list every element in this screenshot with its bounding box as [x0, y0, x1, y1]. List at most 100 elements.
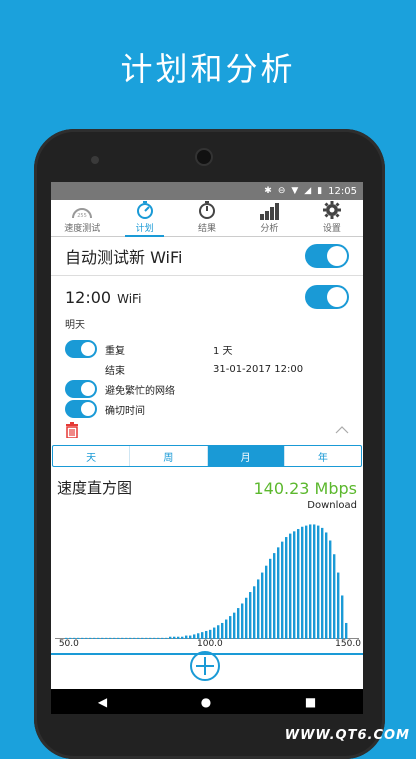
histogram-bar	[333, 554, 336, 639]
schedule-enable-toggle[interactable]	[305, 285, 349, 309]
avoid-busy-row: 避免繁忙的网络	[65, 379, 349, 399]
end-value[interactable]: 31-01-2017 12:00	[213, 364, 303, 375]
repeat-toggle[interactable]	[65, 340, 97, 358]
histogram-bar	[321, 527, 324, 639]
tab-label: 计划	[135, 224, 154, 234]
histogram-bar	[245, 597, 248, 639]
histogram-bar	[201, 632, 204, 639]
histogram-bar	[301, 526, 304, 639]
recents-icon[interactable]: ■	[305, 695, 316, 709]
tab-schedule[interactable]: 计划	[113, 200, 175, 237]
toggle-knob	[81, 382, 95, 396]
repeat-row: 重复 1 天	[65, 339, 349, 359]
svg-text:255: 255	[77, 213, 87, 219]
schedule-header: 12:00 WiFi	[65, 280, 349, 314]
sensor-dot	[91, 156, 99, 164]
stopwatch-icon	[136, 201, 153, 219]
tab-label: 分析	[260, 224, 279, 234]
histogram-svg	[55, 524, 359, 639]
histogram-bar	[277, 547, 280, 639]
add-schedule-button[interactable]	[190, 651, 220, 681]
histogram-bar	[213, 627, 216, 639]
tab-speedtest[interactable]: 255 速度测试	[51, 200, 113, 236]
toggle-knob	[327, 287, 347, 307]
histogram-bar	[309, 524, 312, 639]
tab-bar: 255 速度测试 计划 结果 分析 设置	[51, 200, 363, 237]
watermark: WWW.QT6.COM	[284, 728, 410, 743]
bluetooth-icon: ✱	[264, 186, 272, 196]
app-screen: ✱ ⊖ ▼ ◢ ▮ 12:05 255 速度测试 计划 结果 分析 设置 自动测…	[51, 182, 363, 714]
avoid-busy-toggle[interactable]	[65, 380, 97, 398]
histogram-header: 速度直方图 140.23 Mbps	[51, 477, 363, 498]
histogram-bar	[225, 619, 228, 639]
histogram-bar	[273, 553, 276, 639]
histogram-bar	[217, 625, 220, 639]
dnd-icon: ⊖	[277, 186, 286, 196]
histogram-bar	[229, 616, 232, 639]
histogram-bar	[313, 524, 316, 639]
histogram-bar	[305, 525, 308, 639]
histogram-bar	[237, 608, 240, 639]
histogram-bar	[269, 558, 272, 639]
period-option-2[interactable]: 月	[207, 446, 285, 466]
toggle-knob	[81, 402, 95, 416]
histogram-bar	[209, 629, 212, 639]
exact-time-toggle[interactable]	[65, 400, 97, 418]
period-option-0[interactable]: 天	[53, 446, 131, 466]
histogram-direction: Download	[307, 500, 357, 511]
histogram-bar	[265, 565, 268, 639]
chevron-up-icon[interactable]	[335, 426, 349, 434]
tab-results[interactable]: 结果	[176, 200, 238, 236]
exact-time-label: 确切时间	[105, 405, 145, 417]
end-row: 结束 31-01-2017 12:00	[65, 359, 349, 379]
schedule-time-group[interactable]: 12:00 WiFi	[65, 288, 141, 307]
period-option-1[interactable]: 周	[130, 446, 208, 466]
trash-icon[interactable]	[65, 422, 79, 438]
android-nav-bar: ◀ ● ■	[51, 689, 363, 714]
repeat-value[interactable]: 1 天	[213, 342, 233, 357]
promo-title: 计划和分析	[120, 50, 296, 88]
histogram-bar	[261, 572, 264, 639]
histogram-bar	[317, 525, 320, 639]
auto-test-toggle[interactable]	[305, 244, 349, 268]
schedule-day: 明天	[65, 320, 85, 331]
histogram-bar	[297, 529, 300, 639]
tab-analysis[interactable]: 分析	[238, 200, 300, 236]
gear-icon	[322, 201, 341, 219]
period-option-3[interactable]: 年	[285, 446, 361, 466]
home-icon[interactable]: ●	[201, 695, 211, 709]
histogram-speed: 140.23 Mbps	[253, 479, 357, 498]
histogram-bar	[325, 532, 328, 639]
x-tick-label: 150.0	[335, 639, 361, 649]
status-bar: ✱ ⊖ ▼ ◢ ▮ 12:05	[51, 182, 363, 200]
battery-icon: ▮	[317, 186, 323, 196]
histogram-bar	[293, 531, 296, 639]
tab-settings[interactable]: 设置	[301, 200, 363, 236]
histogram-bar	[341, 595, 344, 639]
histogram-bar	[257, 579, 260, 639]
plus-icon	[196, 657, 214, 675]
auto-test-row: 自动测试新 WiFi	[51, 237, 363, 276]
histogram-bar	[289, 533, 292, 639]
schedule-time: 12:00	[65, 287, 112, 307]
histogram-bar	[337, 572, 340, 639]
histogram-bar	[249, 592, 252, 639]
histogram-bar	[221, 622, 224, 639]
repeat-label: 重复	[105, 345, 125, 357]
end-label: 结束	[105, 365, 125, 377]
histogram-bar	[241, 603, 244, 639]
back-icon[interactable]: ◀	[98, 695, 107, 709]
wifi-icon: ▼	[291, 186, 299, 196]
timer-icon	[199, 201, 216, 219]
schedule-card: 12:00 WiFi 明天 重复 1 天 结束 31-01-2017 12:00 …	[51, 280, 363, 441]
period-selector: 天周月年	[52, 445, 362, 467]
speed-histogram-chart	[55, 513, 359, 639]
avoid-busy-label: 避免繁忙的网络	[105, 385, 175, 397]
toggle-knob	[327, 246, 347, 266]
x-tick-label: 50.0	[58, 639, 79, 649]
bar-chart-icon	[260, 203, 280, 220]
toggle-knob	[81, 342, 95, 356]
histogram-bar	[233, 612, 236, 639]
histogram-bar	[285, 537, 288, 639]
exact-time-row: 确切时间	[65, 399, 349, 419]
